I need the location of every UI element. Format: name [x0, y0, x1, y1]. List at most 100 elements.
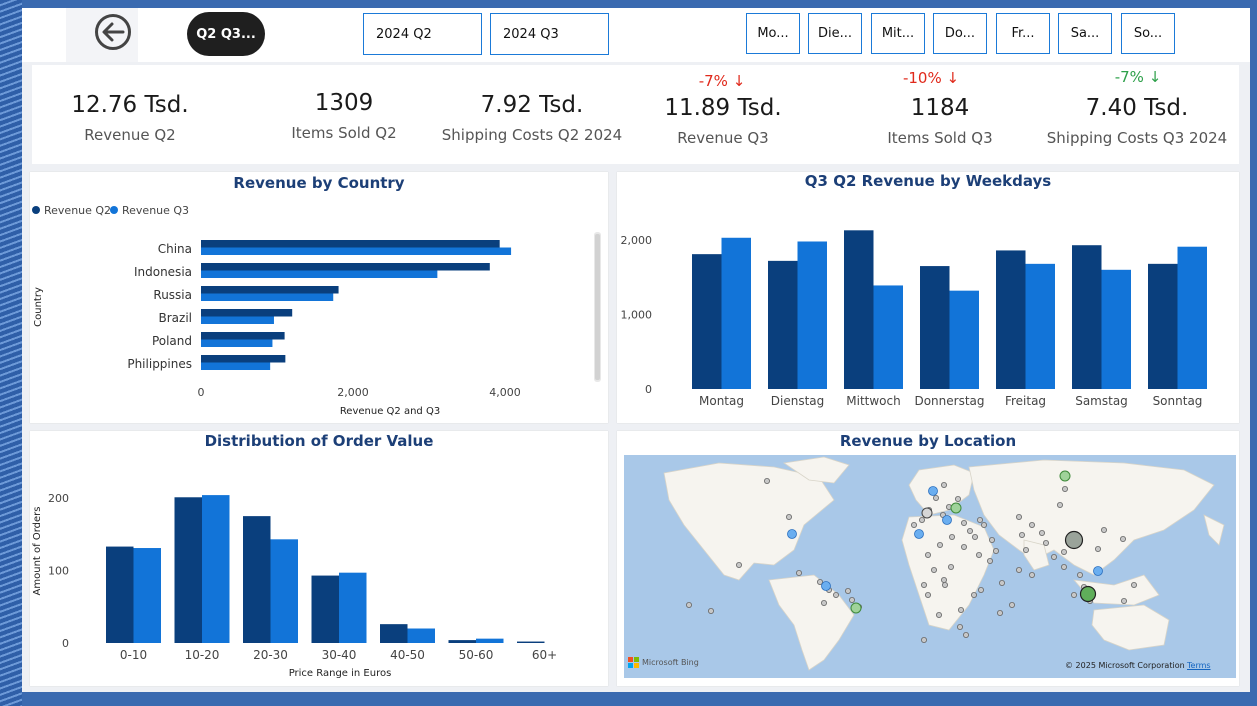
map-location-dot — [992, 548, 999, 555]
map-location-dot — [910, 522, 917, 529]
map-location-dot — [957, 606, 964, 613]
category-label: Poland — [152, 334, 192, 348]
map-location-dot — [960, 520, 967, 527]
y-tick-label: 1,000 — [621, 309, 653, 322]
kpi-items-sold-q3: 1184 Items Sold Q3 — [840, 95, 1040, 147]
slicer-2024-q3[interactable]: 2024 Q3 — [490, 13, 609, 55]
bar-50-60-q2 — [448, 640, 476, 643]
order-value-chart[interactable]: 0 100 200 Amount of Orders 0-10 10-20 20-30 30-… — [30, 431, 608, 686]
bar-10-20-q2 — [174, 497, 202, 643]
bar-10-20-q3 — [202, 495, 230, 643]
day-filter-sunday[interactable]: So... — [1121, 13, 1175, 54]
map-location-dot-large — [1079, 585, 1097, 603]
day-filter-wednesday[interactable]: Mit... — [871, 13, 925, 54]
map-location-dot — [966, 528, 973, 535]
map-location-dot — [1094, 546, 1101, 553]
map-location-dot — [941, 582, 948, 589]
map-location-dot — [1015, 567, 1022, 574]
day-filter-tuesday[interactable]: Die... — [808, 13, 862, 54]
bar-china-q3 — [201, 247, 512, 255]
x-axis-label: Revenue Q2 and Q3 — [340, 406, 440, 417]
bar-brazil-q3 — [201, 316, 274, 324]
map-location-dot — [921, 507, 933, 519]
microsoft-logo-icon — [628, 657, 639, 668]
map-location-dot-q3 — [928, 486, 938, 496]
day-filter-saturday[interactable]: Sa... — [1058, 13, 1112, 54]
back-arrow-icon — [102, 22, 125, 42]
bar-brazil-q2 — [201, 309, 293, 317]
map-location-dot-growth — [850, 602, 862, 614]
bar-freitag-q3 — [1025, 263, 1055, 389]
map-location-dot — [980, 522, 987, 529]
revenue-by-country-chart[interactable]: Revenue Q2 Revenue Q3 Country China Indonesi… — [30, 172, 608, 423]
category-label: China — [158, 242, 192, 256]
bar-60+-q2 — [517, 641, 545, 643]
map-location-dot-q3 — [821, 581, 831, 591]
map-location-dot — [924, 552, 931, 559]
map-location-dot — [1076, 572, 1083, 579]
map-location-dot-growth — [950, 502, 962, 514]
day-filter-monday[interactable]: Mo... — [746, 13, 800, 54]
x-tick-label: Mittwoch — [846, 394, 900, 408]
x-tick-label: 60+ — [532, 648, 557, 662]
map-location-dot — [924, 591, 931, 598]
map-location-dot — [935, 611, 942, 618]
map-location-dot — [763, 477, 770, 484]
bar-montag-q3 — [721, 237, 751, 389]
bar-philippines-q2 — [201, 355, 286, 363]
x-tick-label: Donnerstag — [914, 394, 984, 408]
map-location-dot — [708, 607, 715, 614]
x-tick-label: 20-30 — [253, 648, 288, 662]
map-location-dot — [686, 601, 693, 608]
back-button[interactable] — [95, 14, 131, 50]
map-location-dot — [940, 481, 947, 488]
bar-donnerstag-q2 — [920, 266, 950, 389]
map-location-dot — [1008, 601, 1015, 608]
kpi-delta-revenue: -7% ↓ — [698, 72, 746, 90]
bar-20-30-q3 — [270, 539, 298, 643]
kpi-label: Items Sold Q3 — [887, 129, 993, 147]
map-location-dot — [962, 631, 969, 638]
map-location-dot-large — [1064, 530, 1084, 550]
day-filter-thursday[interactable]: Do... — [933, 13, 987, 54]
map-terms-link[interactable]: Terms — [1187, 661, 1211, 670]
map-location-dot — [954, 496, 961, 503]
bar-samstag-q3 — [1101, 269, 1131, 389]
category-label: Philippines — [127, 357, 192, 371]
map-location-dot — [1056, 502, 1063, 509]
bar-samstag-q2 — [1072, 245, 1102, 389]
bar-30-40-q3 — [339, 572, 367, 643]
map-dots-layer — [686, 470, 1137, 643]
bar-mittwoch-q2 — [844, 230, 874, 389]
x-tick-label: Freitag — [1005, 394, 1046, 408]
bar-poland-q3 — [201, 339, 273, 347]
x-tick-label: 4,000 — [489, 386, 521, 399]
x-tick-label: 2,000 — [337, 386, 369, 399]
quarter-filter-pill[interactable]: Q2 Q3... — [187, 12, 265, 56]
map-location-dot — [920, 636, 927, 643]
weekday-revenue-chart[interactable]: 0 1,000 2,000 Montag Dienstag Mittwoch Donners… — [617, 172, 1239, 423]
slicer-2024-q2[interactable]: 2024 Q2 — [363, 13, 482, 55]
map-location-dot — [844, 587, 851, 594]
x-tick-label: 0 — [198, 386, 205, 399]
x-tick-label: 30-40 — [322, 648, 357, 662]
bar-0-10-q2 — [106, 546, 134, 643]
day-filter-friday[interactable]: Fr... — [996, 13, 1050, 54]
map-location-dot — [1120, 597, 1127, 604]
map-location-dot-q3 — [1093, 566, 1103, 576]
map-location-dot — [936, 542, 943, 549]
map-location-dot — [1100, 527, 1107, 534]
bar-indonesia-q2 — [201, 263, 490, 271]
bing-logo: Microsoft Bing — [628, 657, 699, 668]
bar-40-50-q3 — [407, 628, 435, 643]
map-location-dot — [820, 599, 827, 606]
kpi-label: Revenue Q2 — [84, 126, 176, 144]
bar-mittwoch-q3 — [873, 285, 903, 389]
map-location-dot — [1038, 530, 1045, 537]
legend-label: Revenue Q3 — [122, 204, 189, 217]
bar-poland-q2 — [201, 332, 285, 340]
bar-sonntag-q3 — [1177, 246, 1207, 389]
map-location-dot — [1018, 532, 1025, 539]
map-title: Revenue by Location — [839, 432, 1017, 450]
bar-40-50-q2 — [380, 624, 408, 643]
